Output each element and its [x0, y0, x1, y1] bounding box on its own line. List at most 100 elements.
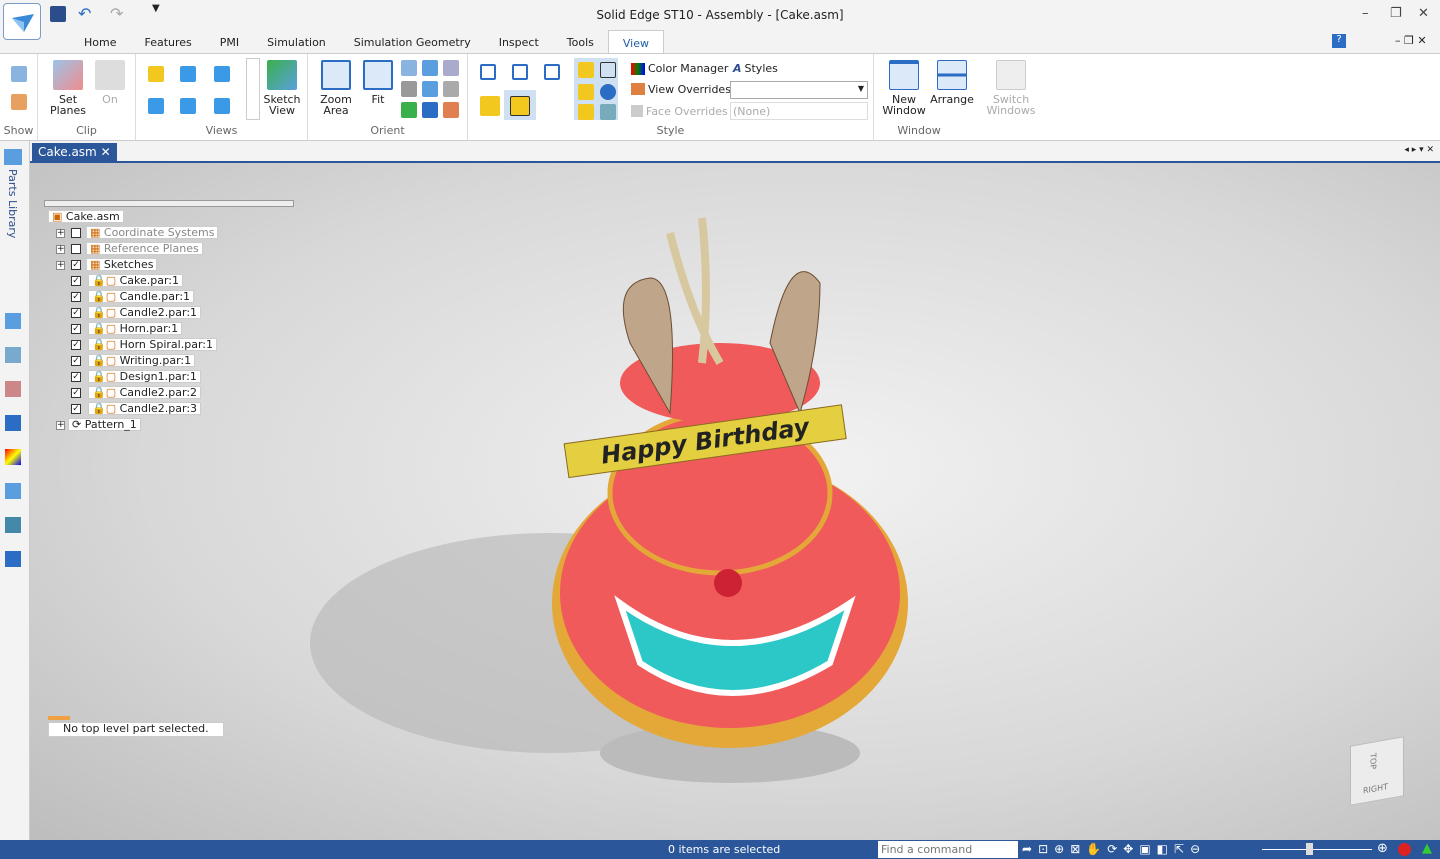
assembly-icon[interactable]	[5, 313, 21, 329]
expand-icon[interactable]: +	[56, 421, 65, 430]
view-back-icon[interactable]	[214, 98, 230, 114]
tab-nav-icons[interactable]: ◂ ▸ ▾ ✕	[1404, 145, 1434, 155]
shaded-edges-button[interactable]	[504, 90, 536, 120]
stop-icon[interactable]	[1398, 843, 1411, 856]
go-icon[interactable]: ▲	[1422, 841, 1432, 856]
tree-item[interactable]: ▦ Reference Planes	[86, 242, 203, 255]
zoom-area-icon[interactable]: ⊡	[1038, 842, 1048, 856]
tab-home[interactable]: Home	[70, 30, 130, 54]
tree-item[interactable]: ▦ Sketches	[86, 258, 158, 271]
parts-library-tab[interactable]: Parts Library	[6, 169, 19, 238]
perspective-icon[interactable]	[600, 62, 616, 78]
help-icon[interactable]: ?	[1332, 34, 1346, 48]
settings-icon[interactable]	[5, 551, 21, 567]
view-top-icon[interactable]	[180, 66, 196, 82]
zoom-out-icon[interactable]: ⊖	[1190, 842, 1200, 856]
tab-pmi[interactable]: PMI	[206, 30, 253, 54]
sensors-icon[interactable]	[5, 381, 21, 397]
help-panel-icon[interactable]	[5, 415, 21, 431]
pan-icon[interactable]	[401, 81, 417, 97]
reflection-icon[interactable]	[578, 104, 594, 120]
view-left-icon[interactable]	[148, 98, 164, 114]
restore-button[interactable]: ❐	[1390, 6, 1402, 21]
tree-item[interactable]: 🔒▢ Horn Spiral.par:1	[88, 338, 217, 351]
shaded-icon[interactable]	[480, 96, 500, 116]
tab-inspect[interactable]: Inspect	[485, 30, 553, 54]
zoom-icon[interactable]	[401, 60, 417, 76]
tab-features[interactable]: Features	[130, 30, 205, 54]
clip-on-button[interactable]: On	[93, 60, 127, 105]
select-tools-icon[interactable]	[5, 517, 21, 533]
minimize-button[interactable]: –	[1362, 6, 1369, 21]
view-front-icon[interactable]	[148, 66, 164, 82]
tree-item-pattern[interactable]: ⟳ Pattern_1	[68, 418, 141, 431]
expand-icon[interactable]: +	[56, 261, 65, 270]
rotate-icon[interactable]: ⟳	[1107, 842, 1117, 856]
arrange-button[interactable]: Arrange	[930, 60, 974, 105]
spin-icon[interactable]: ✥	[1123, 842, 1133, 856]
parts-library-icon[interactable]	[4, 149, 22, 165]
view-right-icon[interactable]	[214, 66, 230, 82]
visibility-checkbox[interactable]: ✓	[71, 340, 81, 350]
rotate-icon[interactable]	[422, 81, 438, 97]
color-manager-button[interactable]: Color Manager	[631, 62, 728, 75]
visibility-checkbox[interactable]: ✓	[71, 372, 81, 382]
visibility-checkbox[interactable]	[71, 228, 81, 238]
view-overrides-button[interactable]: View Overrides	[631, 83, 731, 96]
view-cube-right[interactable]: RIGHT	[1363, 782, 1388, 795]
pan-icon[interactable]: ✋	[1086, 842, 1101, 856]
spin-icon[interactable]	[443, 81, 459, 97]
visibility-checkbox[interactable]: ✓	[71, 260, 81, 270]
tab-simulation[interactable]: Simulation	[253, 30, 340, 54]
view-orient-icon[interactable]	[422, 60, 438, 76]
tree-item[interactable]: ▦ Coordinate Systems	[86, 226, 219, 239]
show-hide-icon[interactable]	[11, 94, 27, 110]
expand-icon[interactable]: +	[56, 229, 65, 238]
tree-item[interactable]: 🔒▢ Candle2.par:3	[88, 402, 202, 415]
visible-edges-icon[interactable]	[512, 64, 528, 80]
tree-item[interactable]: 🔒▢ Candle2.par:2	[88, 386, 202, 399]
close-button[interactable]: ✕	[1418, 6, 1429, 21]
visibility-checkbox[interactable]: ✓	[71, 308, 81, 318]
family-icon[interactable]	[5, 483, 21, 499]
close-tab-icon[interactable]: ✕	[101, 145, 111, 159]
tree-item[interactable]: 🔒▢ Writing.par:1	[88, 354, 196, 367]
styles-button[interactable]: A Styles	[733, 62, 778, 75]
doc-tab-cake[interactable]: Cake.asm ✕	[32, 143, 117, 163]
visibility-checkbox[interactable]: ✓	[71, 356, 81, 366]
render-icon[interactable]	[578, 62, 594, 78]
appearance-icon[interactable]	[5, 449, 21, 465]
view-overrides-select[interactable]: ▼	[730, 81, 868, 99]
graphics-viewport[interactable]: Happy Birthday ▣ Cake.asm + ▦ Coordinate …	[30, 163, 1440, 840]
zoom-area-button[interactable]: Zoom Area	[316, 60, 356, 116]
zoom-slider[interactable]	[1262, 843, 1372, 855]
zoom-in-icon[interactable]: ⊕	[1377, 841, 1388, 856]
tab-view[interactable]: View	[607, 30, 664, 54]
view-cube-top[interactable]: TOP	[1369, 752, 1378, 770]
zoom-slider-thumb[interactable]	[1306, 843, 1313, 855]
view-styles-icon[interactable]: ◧	[1157, 842, 1168, 856]
tree-root[interactable]: ▣ Cake.asm	[48, 210, 124, 223]
tree-item[interactable]: 🔒▢ Candle2.par:1	[88, 306, 202, 319]
new-window-button[interactable]: New Window	[880, 60, 928, 116]
tree-item[interactable]: 🔒▢ Cake.par:1	[88, 274, 184, 287]
visibility-checkbox[interactable]: ✓	[71, 404, 81, 414]
shadow-icon[interactable]	[578, 84, 594, 100]
visibility-checkbox[interactable]: ✓	[71, 292, 81, 302]
hidden-edges-icon[interactable]	[544, 64, 560, 80]
expand-icon[interactable]: +	[56, 245, 65, 254]
fit-icon[interactable]: ⊠	[1070, 842, 1080, 856]
visibility-checkbox[interactable]: ✓	[71, 388, 81, 398]
previous-view-icon[interactable]	[401, 102, 417, 118]
tree-item[interactable]: 🔒▢ Candle.par:1	[88, 290, 195, 303]
doc-window-controls[interactable]: – ❐ ✕	[1395, 34, 1427, 47]
select-icon[interactable]: ⇱	[1174, 842, 1184, 856]
view-bottom-icon[interactable]	[180, 98, 196, 114]
wireframe-icon[interactable]	[480, 64, 496, 80]
arrow-icon[interactable]: ➦	[1022, 842, 1032, 856]
set-planes-button[interactable]: Set Planes	[48, 60, 88, 116]
show-icon[interactable]	[11, 66, 27, 82]
view-cube[interactable]: TOP RIGHT	[1350, 736, 1404, 806]
visibility-checkbox[interactable]: ✓	[71, 324, 81, 334]
tab-simulation-geometry[interactable]: Simulation Geometry	[340, 30, 485, 54]
